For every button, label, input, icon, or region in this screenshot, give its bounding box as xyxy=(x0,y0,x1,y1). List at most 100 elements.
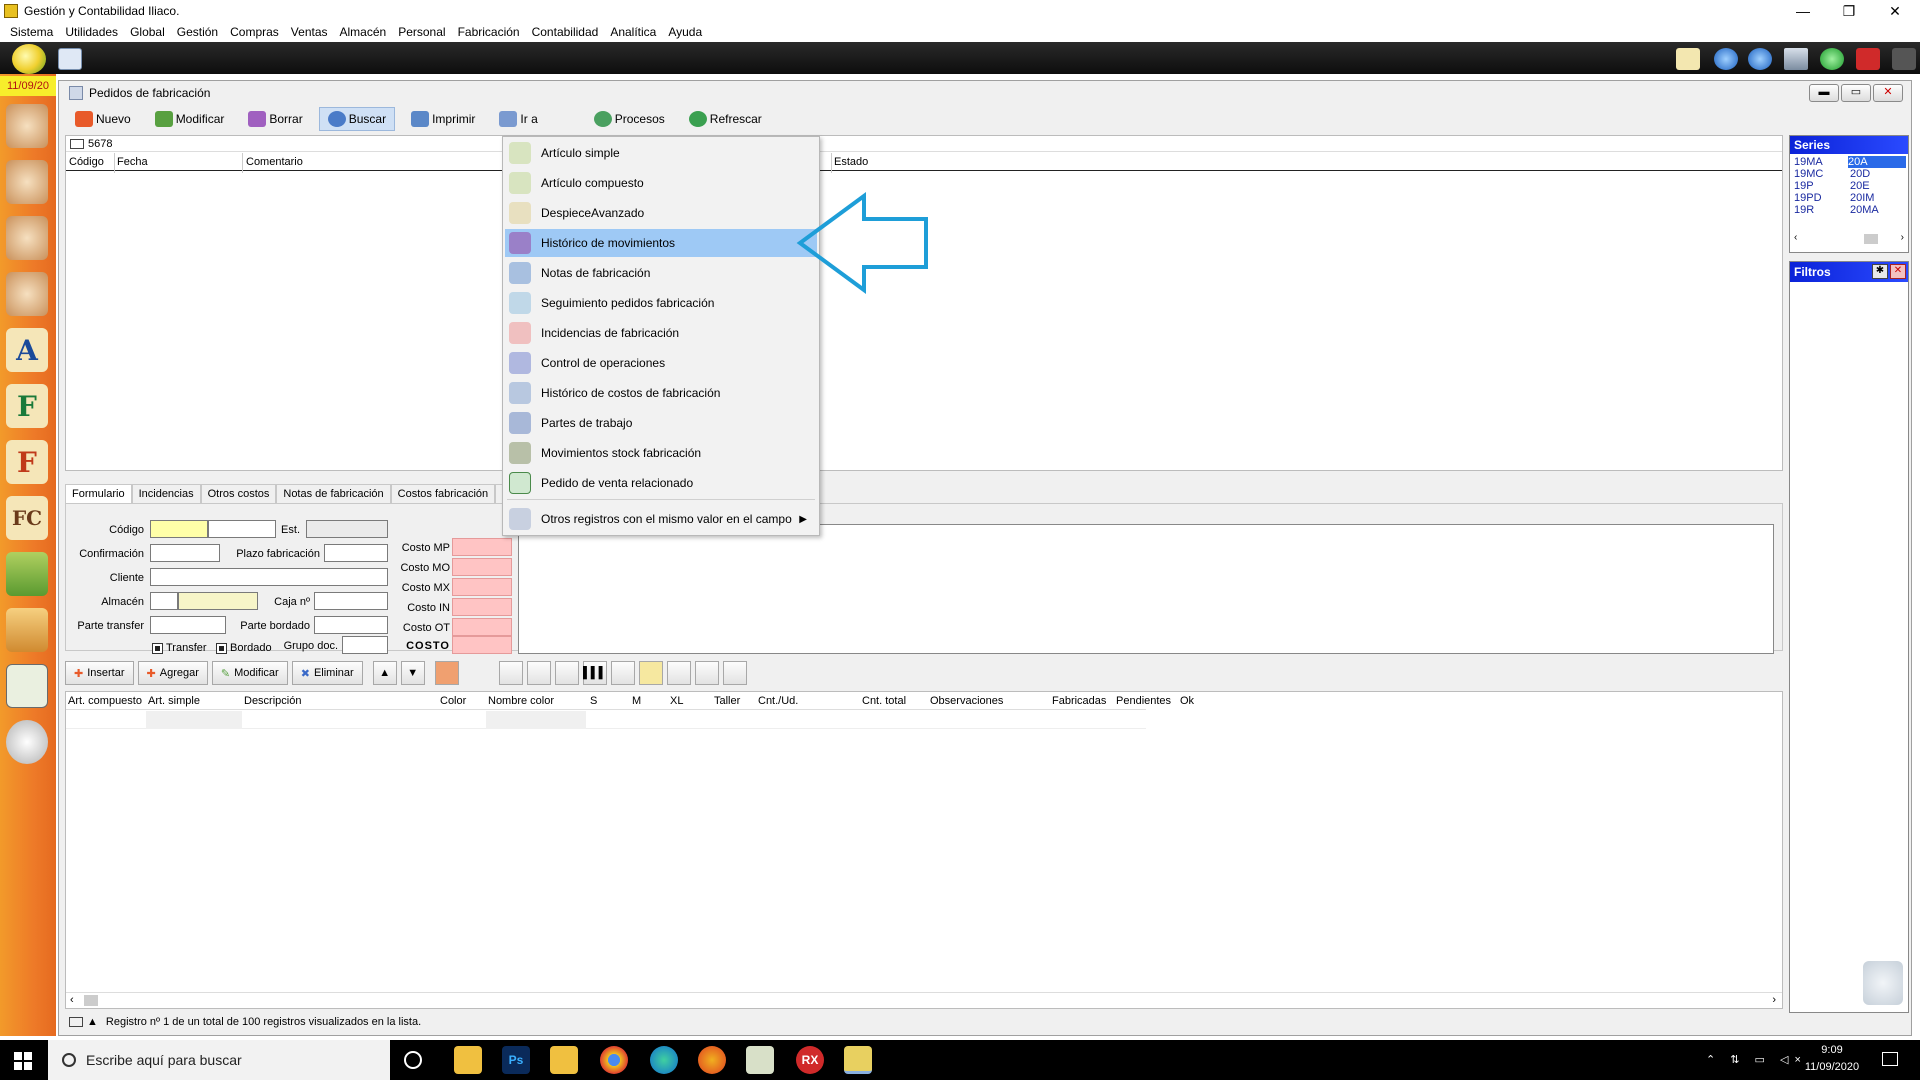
series-item[interactable]: 19P xyxy=(1794,180,1814,192)
lines-horizontal-scrollbar[interactable]: ‹ › xyxy=(66,992,1782,1008)
transfer-checkbox[interactable] xyxy=(152,643,163,654)
costo-mp-field[interactable] xyxy=(452,538,512,556)
col-cnt-ud[interactable]: Cnt./Ud. xyxy=(758,695,798,707)
modificar-line-button[interactable]: ✎ Modificar xyxy=(211,661,288,685)
col-codigo[interactable]: Código xyxy=(69,156,104,168)
menu-item-pedido-venta[interactable]: Pedido de venta relacionado xyxy=(505,469,817,497)
menu-sistema[interactable]: Sistema xyxy=(4,25,59,39)
menu-item-articulo-simple[interactable]: Artículo simple xyxy=(505,139,817,167)
series-item[interactable]: 19MA xyxy=(1794,156,1823,168)
eliminar-button[interactable]: ✖ Eliminar xyxy=(291,661,363,685)
notifications-icon[interactable] xyxy=(1882,1052,1898,1066)
letter-a-icon[interactable]: A xyxy=(6,328,48,372)
agregar-button[interactable]: ✚ Agregar xyxy=(137,661,208,685)
users-icon[interactable] xyxy=(6,104,48,148)
codigo-field[interactable] xyxy=(150,520,208,538)
minimize-button[interactable]: — xyxy=(1780,0,1826,22)
excel-icon[interactable] xyxy=(666,661,691,685)
col-art-compuesto[interactable]: Art. compuesto xyxy=(68,695,142,707)
est-field[interactable] xyxy=(306,520,388,538)
tool-2-icon[interactable] xyxy=(526,661,551,685)
letter-f-icon[interactable]: F xyxy=(6,384,48,428)
tool-9-icon[interactable] xyxy=(722,661,747,685)
barcode-icon[interactable]: ▌▌▌ xyxy=(582,661,607,685)
menu-ayuda[interactable]: Ayuda xyxy=(662,25,708,39)
inner-restore-button[interactable]: ▭ xyxy=(1841,84,1871,102)
task-view-icon[interactable] xyxy=(404,1051,422,1069)
col-observaciones[interactable]: Observaciones xyxy=(930,695,1003,707)
series-item-selected[interactable]: 20A xyxy=(1848,156,1906,168)
series-item[interactable]: 20E xyxy=(1850,180,1870,192)
costo-in-field[interactable] xyxy=(452,598,512,616)
scroll-left-icon[interactable]: ‹ xyxy=(70,994,74,1006)
imprimir-button[interactable]: Imprimir xyxy=(403,107,483,131)
filter-close-icon[interactable]: ✕ xyxy=(1890,264,1906,279)
series-item[interactable]: 19R xyxy=(1794,204,1814,216)
col-s[interactable]: S xyxy=(590,695,597,707)
start-icon[interactable] xyxy=(14,1052,32,1070)
app-icon[interactable] xyxy=(746,1046,774,1074)
move-up-button[interactable]: ▲ xyxy=(372,661,397,685)
menu-item-historico-costos[interactable]: Histórico de costos de fabricación xyxy=(505,379,817,407)
user-r-icon[interactable] xyxy=(6,216,48,260)
tab-notas[interactable]: Notas de fabricación xyxy=(276,484,391,503)
exit-icon[interactable] xyxy=(1856,48,1880,70)
cd-icon[interactable] xyxy=(6,720,48,764)
col-estado[interactable]: Estado xyxy=(834,156,868,168)
back-icon[interactable] xyxy=(1714,48,1738,70)
photoshop-icon[interactable]: Ps xyxy=(502,1046,530,1074)
box-icon[interactable] xyxy=(6,552,48,596)
nuevo-button[interactable]: Nuevo xyxy=(67,107,139,131)
tab-formulario[interactable]: Formulario xyxy=(65,484,132,503)
codigo-field-2[interactable] xyxy=(208,520,276,538)
move-down-button[interactable]: ▼ xyxy=(400,661,425,685)
series-item[interactable]: 20D xyxy=(1850,168,1870,180)
col-nombre-color[interactable]: Nombre color xyxy=(488,695,554,707)
home-orb-icon[interactable] xyxy=(12,44,46,74)
menu-item-despiece[interactable]: DespieceAvanzado xyxy=(505,199,817,227)
menu-almacen[interactable]: Almacén xyxy=(334,25,393,39)
borrar-button[interactable]: Borrar xyxy=(240,107,310,131)
costo-total-field[interactable] xyxy=(452,636,512,654)
menu-item-incidencias[interactable]: Incidencias de fabricación xyxy=(505,319,817,347)
app-logo-icon[interactable] xyxy=(58,48,82,70)
menu-item-movimientos-stock[interactable]: Movimientos stock fabricación xyxy=(505,439,817,467)
menu-compras[interactable]: Compras xyxy=(224,25,285,39)
col-taller[interactable]: Taller xyxy=(714,695,740,707)
inner-close-button[interactable]: ✕ xyxy=(1873,84,1903,102)
menu-item-partes-trabajo[interactable]: Partes de trabajo xyxy=(505,409,817,437)
box2-icon[interactable] xyxy=(6,608,48,652)
menu-personal[interactable]: Personal xyxy=(392,25,451,39)
tools-icon[interactable] xyxy=(1892,48,1916,70)
user-a-icon[interactable] xyxy=(6,272,48,316)
search-input[interactable] xyxy=(88,137,148,150)
costo-ot-field[interactable] xyxy=(452,618,512,636)
col-descripcion[interactable]: Descripción xyxy=(244,695,301,707)
inner-minimize-button[interactable]: ▬ xyxy=(1809,84,1839,102)
almacen-name-field[interactable] xyxy=(178,592,258,610)
scroll-right-icon[interactable]: › xyxy=(1772,994,1776,1006)
costo-mo-field[interactable] xyxy=(452,558,512,576)
comment-memo[interactable] xyxy=(518,524,1774,654)
costo-mx-field[interactable] xyxy=(452,578,512,596)
collapse-icon[interactable]: ▲ xyxy=(87,1016,98,1028)
col-color[interactable]: Color xyxy=(440,695,466,707)
menu-utilidades[interactable]: Utilidades xyxy=(59,25,124,39)
ir-a-button[interactable]: Ir a xyxy=(491,107,545,131)
report-icon[interactable] xyxy=(434,661,459,685)
menu-item-historico-movimientos[interactable]: Histórico de movimientos xyxy=(505,229,817,257)
mail-icon[interactable] xyxy=(1676,48,1700,70)
tool-8-icon[interactable] xyxy=(694,661,719,685)
taskbar-clock[interactable]: 9:09 11/09/2020 xyxy=(1800,1042,1864,1080)
col-xl[interactable]: XL xyxy=(670,695,683,707)
cliente-field[interactable] xyxy=(150,568,388,586)
caja-field[interactable] xyxy=(314,592,388,610)
parte-bordado-field[interactable] xyxy=(314,616,388,634)
tool-1-icon[interactable] xyxy=(498,661,523,685)
series-item[interactable]: 20IM xyxy=(1850,192,1874,204)
menu-analitica[interactable]: Analítica xyxy=(604,25,662,39)
almacen-field[interactable] xyxy=(150,592,178,610)
series-item[interactable]: 20MA xyxy=(1850,204,1879,216)
col-ok[interactable]: Ok xyxy=(1180,695,1194,707)
chrome-icon[interactable] xyxy=(600,1046,628,1074)
